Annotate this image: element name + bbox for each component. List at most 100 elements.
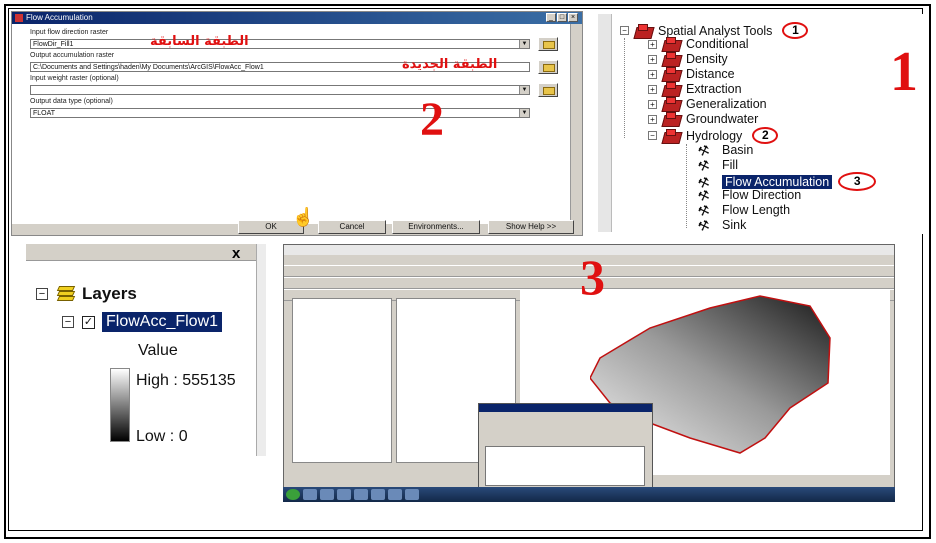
taskbar-app-icon[interactable] xyxy=(371,489,385,500)
layer-name: FlowAcc_Flow1 xyxy=(102,312,223,332)
toolbox-icon xyxy=(661,128,681,143)
input-flow-field[interactable]: FlowDir_Fill1 ▼ xyxy=(30,39,530,49)
collapse-icon[interactable]: − xyxy=(620,26,629,35)
tree-item-label: Basin xyxy=(722,143,754,157)
start-button[interactable] xyxy=(286,489,300,500)
layer-item-flowacc[interactable]: − ✓ FlowAcc_Flow1 xyxy=(62,312,223,332)
step-circle: 1 xyxy=(782,22,809,39)
expand-icon[interactable]: + xyxy=(648,114,657,124)
tree-item-fill[interactable]: ⚒ Fill xyxy=(696,157,738,175)
chevron-down-icon[interactable]: ▼ xyxy=(519,86,529,94)
collapse-icon[interactable]: − xyxy=(62,316,74,328)
hammer-icon: ⚒ xyxy=(695,216,712,235)
layer-visibility-checkbox[interactable]: ✓ xyxy=(82,315,95,329)
expand-icon[interactable]: + xyxy=(648,54,657,64)
tree-connector xyxy=(686,144,687,228)
cancel-button[interactable]: Cancel xyxy=(318,220,386,234)
toolbox-scrollbar[interactable] xyxy=(598,14,612,232)
browse-folder-button[interactable] xyxy=(538,83,558,97)
taskbar-app-icon[interactable] xyxy=(405,489,419,500)
tree-item-label: Spatial Analyst Tools xyxy=(658,23,773,38)
toolbox-icon xyxy=(661,67,681,81)
taskbar-app-icon[interactable] xyxy=(320,489,334,500)
step-circle: 2 xyxy=(752,127,779,144)
legend-low-label: Low : 0 xyxy=(136,428,188,445)
tree-item-label: Density xyxy=(686,52,728,66)
layers-icon xyxy=(56,285,76,303)
chevron-down-icon[interactable]: ▼ xyxy=(519,40,529,48)
toolbox-icon xyxy=(661,37,681,51)
legend-value-label: Value xyxy=(138,342,178,359)
inner-dialog-title-bar xyxy=(479,404,652,412)
arabic-new-layer-label: الطبقة الجديدة xyxy=(402,57,498,72)
tree-item-label: Flow Length xyxy=(722,203,791,217)
taskbar-app-icon[interactable] xyxy=(354,489,368,500)
tree-item-label: Hydrology xyxy=(686,128,743,143)
tree-item-label: Groundwater xyxy=(686,112,759,126)
tree-item-label: Sink xyxy=(722,218,747,232)
hand-cursor-icon: ☝ xyxy=(292,207,315,227)
expand-icon[interactable]: + xyxy=(648,99,657,109)
layers-root[interactable]: − Layers xyxy=(36,284,137,304)
toolbox-icon xyxy=(633,23,653,38)
inner-dialog xyxy=(478,403,653,490)
layers-title: Layers xyxy=(82,284,137,303)
step-number-2: 2 xyxy=(420,93,444,146)
tree-item-distance[interactable]: + Distance xyxy=(648,67,735,81)
collapse-icon[interactable]: − xyxy=(648,131,657,140)
dialog-title-bar: Flow Accumulation _ □ × xyxy=(12,12,582,24)
dialog-scrollbar[interactable] xyxy=(570,24,582,224)
weight-label: Input weight raster (optional) xyxy=(30,75,119,82)
toolbox-icon xyxy=(15,14,23,22)
arctoolbox-pane xyxy=(292,298,392,463)
windows-taskbar xyxy=(283,487,895,502)
maximize-icon[interactable]: □ xyxy=(557,13,567,22)
expand-icon[interactable]: + xyxy=(648,39,657,49)
dialog-body: Input flow direction raster FlowDir_Fill… xyxy=(12,24,572,235)
toolbox-icon xyxy=(661,82,681,96)
tree-item-conditional[interactable]: + Conditional xyxy=(648,37,749,51)
close-icon[interactable]: x xyxy=(232,245,240,262)
legend-gradient xyxy=(110,368,130,442)
tree-item-sink[interactable]: ⚒ Sink xyxy=(695,216,747,235)
tree-item-label: Distance xyxy=(686,67,735,81)
tree-item-label: Conditional xyxy=(686,37,749,51)
expand-icon[interactable]: + xyxy=(648,84,657,94)
show-help-button[interactable]: Show Help >> xyxy=(488,220,574,234)
toolbox-icon xyxy=(661,112,681,126)
tree-item-label: Extraction xyxy=(686,82,742,96)
close-icon[interactable]: × xyxy=(568,13,578,22)
output-label: Output accumulation raster xyxy=(30,52,115,59)
tree-item-label: Generalization xyxy=(686,97,767,111)
inner-dialog-log xyxy=(485,446,645,486)
step-circle: 3 xyxy=(838,172,877,191)
collapse-icon[interactable]: − xyxy=(36,288,48,300)
legend-high-label: High : 555135 xyxy=(136,372,236,389)
step-number-1: 1 xyxy=(890,41,918,103)
toolbox-icon xyxy=(661,52,681,66)
arabic-previous-layer-label: الطبقة السابقة xyxy=(150,34,249,49)
taskbar-app-icon[interactable] xyxy=(303,489,317,500)
toolbox-icon xyxy=(661,97,681,111)
taskbar-app-icon[interactable] xyxy=(388,489,402,500)
expand-icon[interactable]: + xyxy=(648,69,657,79)
tree-item-label: Fill xyxy=(722,158,738,172)
datatype-select[interactable]: FLOAT ▼ xyxy=(30,108,530,118)
weight-field[interactable]: ▼ xyxy=(30,85,530,95)
minimize-icon[interactable]: _ xyxy=(546,13,556,22)
input-flow-value: FlowDir_Fill1 xyxy=(33,41,74,48)
browse-folder-button[interactable] xyxy=(538,37,558,51)
chevron-down-icon[interactable]: ▼ xyxy=(519,109,529,117)
browse-folder-button[interactable] xyxy=(538,60,558,74)
input-flow-label: Input flow direction raster xyxy=(30,29,109,36)
tree-item-density[interactable]: + Density xyxy=(648,52,728,66)
tree-item-extraction[interactable]: + Extraction xyxy=(648,82,742,96)
tree-item-generalization[interactable]: + Generalization xyxy=(648,97,767,111)
taskbar-app-icon[interactable] xyxy=(337,489,351,500)
flow-accumulation-dialog: Flow Accumulation _ □ × Input flow direc… xyxy=(11,11,583,236)
tree-connector xyxy=(624,38,625,138)
layers-panel-header xyxy=(26,244,256,261)
layers-scrollbar[interactable] xyxy=(256,244,266,456)
tree-item-groundwater[interactable]: + Groundwater xyxy=(648,112,758,126)
environments-button[interactable]: Environments... xyxy=(392,220,480,234)
